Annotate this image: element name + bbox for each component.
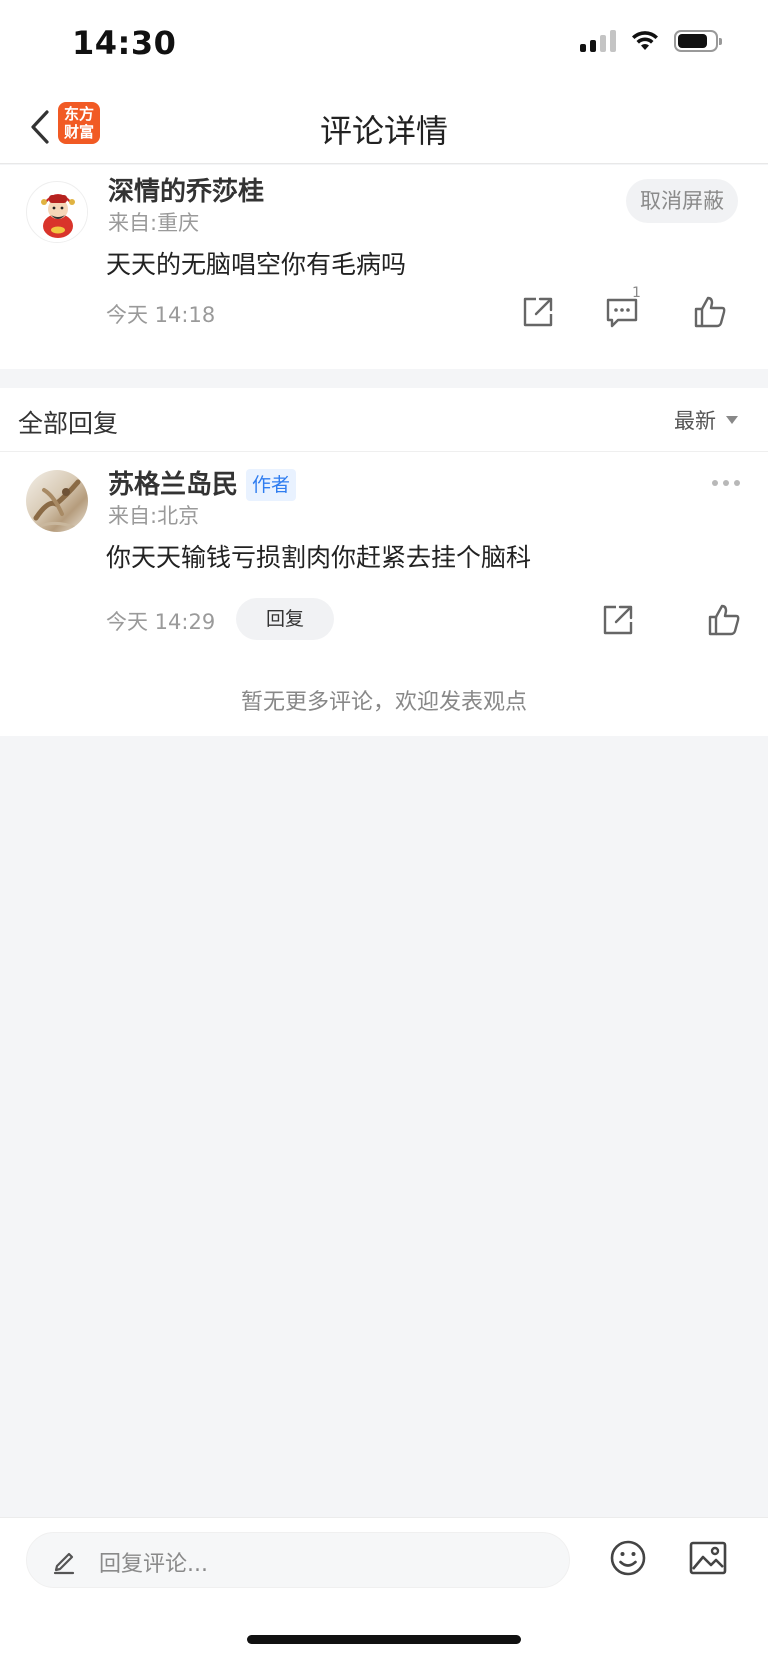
- replies-title: 全部回复: [18, 409, 119, 438]
- more-dot-icon: [723, 480, 729, 486]
- input-placeholder: 回复评论...: [99, 1552, 208, 1577]
- avatar[interactable]: [26, 470, 88, 532]
- comment-time: 今天 14:18: [106, 303, 216, 327]
- share-icon[interactable]: [520, 294, 556, 330]
- bottom-input-bar: 回复评论...: [0, 1517, 768, 1662]
- user-location: 来自:北京: [108, 504, 200, 528]
- user-location: 来自:重庆: [108, 211, 200, 235]
- status-bar: 14:30: [0, 0, 768, 90]
- like-icon[interactable]: [692, 294, 728, 330]
- nav-bar: 东方 财富 评论详情: [0, 90, 768, 164]
- pencil-icon: [53, 1552, 75, 1575]
- home-indicator: [247, 1635, 521, 1644]
- more-options-button[interactable]: [712, 480, 740, 486]
- avatar[interactable]: [26, 181, 88, 243]
- caret-down-icon: [726, 416, 738, 424]
- share-icon[interactable]: [600, 602, 636, 638]
- user-name[interactable]: 苏格兰岛民: [108, 464, 238, 501]
- reply-count: 1: [632, 285, 641, 301]
- reply-time: 今天 14:29: [106, 610, 216, 634]
- replies-header: 全部回复 最新: [0, 388, 768, 452]
- wifi-icon: [632, 31, 658, 50]
- author-badge: 作者: [246, 469, 297, 501]
- cellular-signal-icon: [580, 30, 616, 52]
- page-title: 评论详情: [319, 112, 448, 150]
- status-icons: [580, 30, 722, 52]
- sort-dropdown[interactable]: 最新: [674, 405, 738, 435]
- comment-text: 天天的无脑唱空你有毛病吗: [106, 250, 407, 279]
- user-name[interactable]: 深情的乔莎桂: [108, 171, 264, 208]
- status-time: 14:30: [72, 24, 177, 62]
- sort-label: 最新: [674, 409, 716, 433]
- emoji-icon[interactable]: [608, 1538, 648, 1578]
- more-dot-icon: [734, 480, 740, 486]
- no-more-comments-text: 暂无更多评论，欢迎发表观点: [240, 690, 527, 715]
- like-icon[interactable]: [706, 602, 742, 638]
- unblock-button[interactable]: 取消屏蔽: [626, 179, 738, 223]
- reply-text: 你天天输钱亏损割肉你赶紧去挂个脑科: [106, 543, 532, 572]
- reply-comment-input[interactable]: 回复评论...: [26, 1532, 570, 1588]
- caishen-avatar-icon: [28, 183, 87, 242]
- more-dot-icon: [712, 480, 718, 486]
- image-icon[interactable]: [688, 1540, 728, 1576]
- reply-item: 苏格兰岛民 作者 来自:北京 你天天输钱亏损割肉你赶紧去挂个脑科 今天 14:2…: [0, 452, 768, 736]
- battery-icon: [674, 30, 722, 52]
- comment-detail-page: 14:30 东方 财富 评论详情 深情的乔莎桂 来自:重庆 取消屏蔽 天天的无脑…: [0, 0, 768, 1662]
- main-comment: 深情的乔莎桂 来自:重庆 取消屏蔽 天天的无脑唱空你有毛病吗 今天 14:18 …: [0, 165, 768, 369]
- photo-avatar-icon: [33, 479, 81, 530]
- reply-button[interactable]: 回复: [236, 598, 334, 640]
